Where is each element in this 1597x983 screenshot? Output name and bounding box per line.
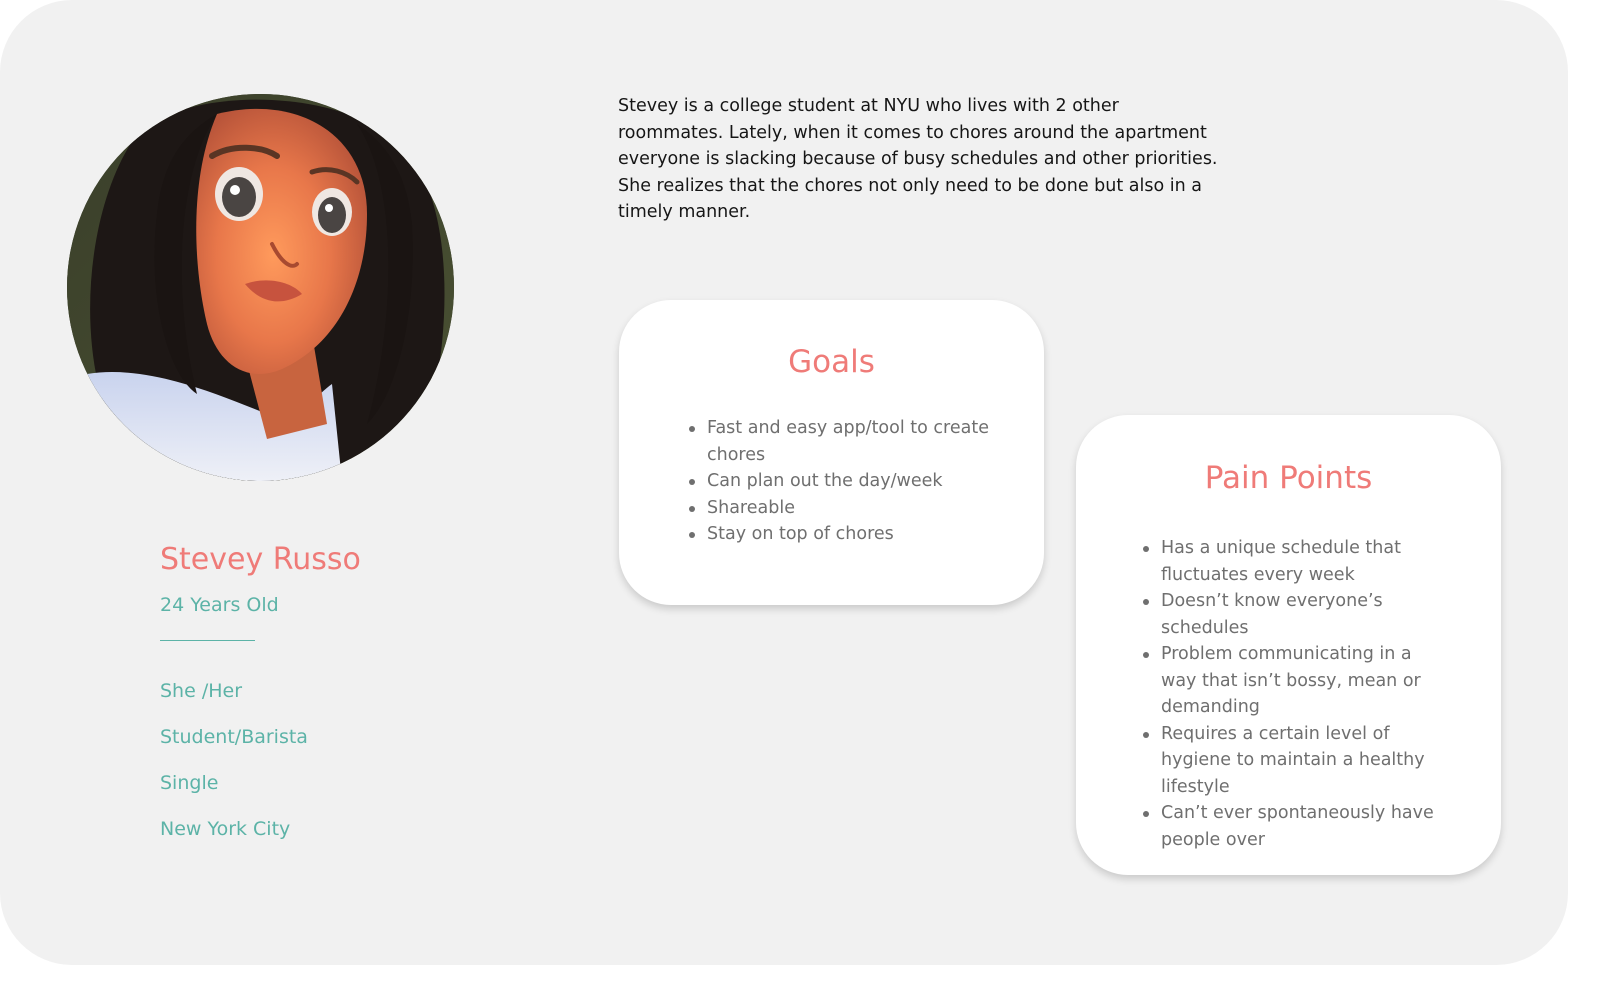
pain-points-card: Pain Points Has a unique schedule that f… [1076, 415, 1501, 875]
persona-pronouns: She /Her [160, 680, 243, 702]
goal-item: Fast and easy app/tool to create chores [689, 415, 989, 468]
persona-details-list: She /Her Student/Barista Single New York… [160, 680, 308, 864]
goals-list: Fast and easy app/tool to create chores … [689, 415, 989, 548]
pain-point-item: Has a unique schedule that fluctuates ev… [1143, 535, 1443, 588]
goal-item: Shareable [689, 495, 989, 522]
pain-point-item: Problem communicating in a way that isn’… [1143, 641, 1443, 721]
persona-age: 24 Years Old [160, 594, 279, 616]
pain-point-item: Doesn’t know everyone’s schedules [1143, 588, 1443, 641]
goals-title: Goals [788, 344, 875, 380]
pain-point-item: Can’t ever spontaneously have people ove… [1143, 800, 1443, 853]
goal-item: Stay on top of chores [689, 521, 989, 548]
goal-item: Can plan out the day/week [689, 468, 989, 495]
persona-relationship-status: Single [160, 772, 219, 794]
persona-occupation: Student/Barista [160, 726, 308, 748]
persona-location: New York City [160, 818, 291, 840]
divider-line [160, 640, 255, 641]
persona-avatar [67, 94, 454, 481]
persona-canvas: Stevey Russo 24 Years Old She /Her Stude… [0, 0, 1568, 965]
pain-points-list: Has a unique schedule that fluctuates ev… [1143, 535, 1443, 853]
pain-point-item: Requires a certain level of hygiene to m… [1143, 721, 1443, 801]
persona-portrait-illustration [67, 94, 454, 481]
goals-card: Goals Fast and easy app/tool to create c… [619, 300, 1044, 605]
persona-bio: Stevey is a college student at NYU who l… [618, 96, 1218, 222]
pain-points-title: Pain Points [1204, 460, 1373, 496]
persona-name: Stevey Russo [160, 542, 361, 577]
